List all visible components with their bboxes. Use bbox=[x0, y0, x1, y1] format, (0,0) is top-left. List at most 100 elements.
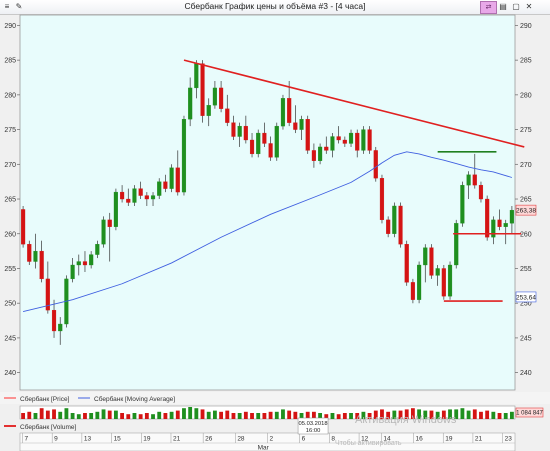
candle-body bbox=[299, 119, 304, 130]
candle-body bbox=[51, 309, 57, 332]
candle-body bbox=[82, 261, 88, 266]
candle bbox=[200, 60, 205, 123]
volume-bar bbox=[107, 410, 112, 419]
volume-bar bbox=[89, 413, 94, 419]
y-tick-label-left: 240 bbox=[4, 370, 16, 377]
volume-bar bbox=[83, 413, 87, 419]
candle bbox=[454, 219, 459, 269]
candle bbox=[379, 174, 385, 224]
candle-body bbox=[144, 195, 149, 200]
candle-body bbox=[491, 219, 496, 238]
candle-body bbox=[460, 184, 465, 224]
volume-bar bbox=[349, 413, 353, 419]
x-tick-label: 19 bbox=[143, 436, 151, 443]
candle-body bbox=[256, 132, 261, 155]
candle-body bbox=[311, 150, 316, 161]
volume-bar bbox=[206, 411, 211, 419]
y-tick-label-right: 240 bbox=[520, 370, 532, 377]
volume-bar bbox=[491, 411, 496, 419]
candle-body bbox=[318, 146, 323, 161]
candle bbox=[361, 126, 366, 154]
y-tick-label-left: 270 bbox=[4, 162, 16, 169]
candle-body bbox=[76, 261, 81, 266]
candle-body bbox=[132, 188, 137, 203]
candle-body bbox=[58, 323, 63, 332]
x-tick-label: 6 bbox=[302, 436, 306, 443]
candle-body bbox=[367, 129, 372, 151]
volume-bar bbox=[460, 408, 465, 419]
volume-bar bbox=[169, 411, 174, 419]
candle-body bbox=[243, 125, 248, 141]
volume-bar bbox=[182, 408, 186, 419]
y-tick-label-left: 250 bbox=[4, 301, 16, 308]
volume-bar bbox=[70, 413, 75, 419]
y-tick-label-right: 275 bbox=[520, 127, 532, 134]
candle-body bbox=[274, 125, 279, 158]
volume-bar bbox=[76, 414, 81, 419]
volume-bar bbox=[120, 413, 125, 419]
candle-body bbox=[113, 191, 118, 227]
candle-body bbox=[157, 181, 162, 196]
candle bbox=[410, 278, 415, 304]
volume-bar bbox=[101, 409, 106, 419]
candle-body bbox=[27, 244, 32, 262]
candle-body bbox=[95, 244, 100, 255]
candle-body bbox=[373, 150, 378, 179]
y-tick-label-right: 270 bbox=[520, 162, 532, 169]
price-volume-chart[interactable]: 240 240245 245250 250255 255260 260265 265270 2… bbox=[0, 0, 550, 451]
volume-bar bbox=[237, 413, 242, 419]
volume-bar bbox=[21, 413, 26, 419]
candle-body bbox=[225, 108, 230, 123]
volume-bar bbox=[231, 413, 236, 419]
volume-bar bbox=[225, 410, 230, 419]
candle-body bbox=[398, 205, 403, 245]
crosshair-date-text: 05.03.2018 bbox=[299, 421, 328, 427]
candle bbox=[280, 94, 286, 130]
candle-body bbox=[485, 198, 490, 238]
candle-body bbox=[280, 98, 286, 127]
candle bbox=[398, 202, 403, 248]
x-tick-label: 7 bbox=[24, 436, 28, 443]
volume-bar bbox=[188, 407, 193, 419]
candle-body bbox=[181, 119, 187, 193]
candle bbox=[256, 129, 261, 158]
volume-bar bbox=[503, 413, 508, 419]
candle bbox=[404, 240, 409, 286]
price-plot-area bbox=[19, 14, 516, 391]
volume-bar bbox=[58, 411, 63, 419]
volume-bar bbox=[163, 413, 168, 419]
y-tick-label-left: 260 bbox=[4, 231, 16, 238]
y-tick-label-left: 280 bbox=[4, 92, 16, 99]
volume-bar bbox=[479, 411, 483, 419]
price-tag-label: 253,64 bbox=[516, 294, 536, 301]
price-tag: 263,38 bbox=[515, 204, 536, 216]
y-tick-label-right: 290 bbox=[520, 23, 532, 30]
candle bbox=[305, 115, 310, 154]
candle-body bbox=[435, 268, 440, 276]
candle-body bbox=[441, 268, 446, 297]
x-tick-label: 16 bbox=[416, 436, 424, 443]
crosshair-date-text: 16:00 bbox=[306, 428, 321, 434]
y-tick-label-right: 245 bbox=[520, 335, 532, 342]
price-legend: Сбербанк [Price] Сбербанк [Moving Average… bbox=[0, 392, 550, 404]
volume-bar bbox=[466, 410, 471, 419]
volume-legend-label: Сбербанк [Volume] bbox=[20, 423, 76, 431]
candle bbox=[274, 122, 279, 161]
volume-bar bbox=[256, 413, 261, 419]
candle-body bbox=[200, 63, 205, 116]
x-tick-label: 21 bbox=[475, 436, 483, 443]
candle-body bbox=[497, 219, 502, 227]
candle-body bbox=[33, 250, 38, 262]
volume-bar bbox=[95, 411, 100, 419]
candle bbox=[169, 164, 174, 193]
candle-body bbox=[138, 188, 143, 196]
x-tick-label: 26 bbox=[205, 436, 213, 443]
y-tick-label-left: 275 bbox=[4, 127, 16, 134]
volume-bar bbox=[268, 411, 273, 419]
volume-bar bbox=[274, 411, 279, 419]
volume-bar bbox=[262, 413, 267, 419]
volume-bar bbox=[212, 410, 217, 419]
candle-body bbox=[206, 105, 211, 116]
candle bbox=[21, 205, 26, 248]
volume-bar bbox=[336, 414, 341, 419]
